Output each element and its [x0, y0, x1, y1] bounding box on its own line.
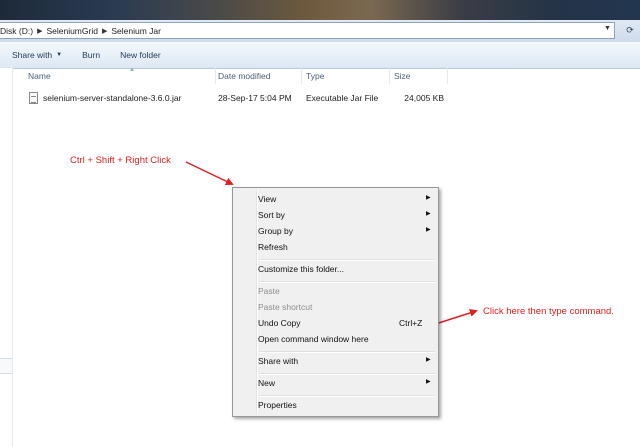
column-divider[interactable] [215, 68, 216, 84]
column-divider[interactable] [301, 68, 302, 84]
sort-ascending-icon: ▲ [129, 67, 135, 73]
submenu-arrow-icon: ▶ [426, 195, 431, 201]
menu-item-paste-shortcut: Paste shortcut [258, 302, 313, 312]
breadcrumb-item-selenium-jar[interactable]: Selenium Jar [111, 26, 161, 36]
refresh-icon[interactable]: ⟳ [620, 23, 640, 38]
chevron-down-icon: ▼ [56, 52, 63, 58]
menu-item-open-command-window[interactable]: Open command window here [235, 332, 436, 347]
breadcrumb-item-seleniumgrid[interactable]: SeleniumGrid ▶ [46, 26, 111, 36]
menu-separator [259, 259, 435, 261]
menu-item-paste: Paste [258, 286, 280, 296]
column-divider[interactable] [389, 68, 390, 84]
nav-pane-item[interactable] [0, 358, 12, 374]
menu-item-refresh[interactable]: Refresh [235, 240, 436, 255]
menu-separator [259, 351, 435, 353]
column-header-name[interactable]: Name [28, 71, 51, 81]
menu-item-view[interactable]: View ▶ [235, 192, 436, 207]
menu-item-sort-by[interactable]: Sort by ▶ [235, 208, 436, 223]
file-type: Executable Jar File [306, 93, 379, 103]
jar-file-icon [29, 92, 38, 104]
annotation-arrow-right-click [185, 161, 234, 186]
file-name: selenium-server-standalone-3.6.0.jar [43, 93, 182, 103]
menu-item-undo-copy[interactable]: Undo Copy Ctrl+Z [235, 316, 436, 331]
submenu-arrow-icon: ▶ [426, 379, 431, 385]
share-with-button[interactable]: Share with ▼ [12, 50, 62, 60]
file-date-modified: 28-Sep-17 5:04 PM [218, 93, 292, 103]
new-folder-button[interactable]: New folder [120, 50, 161, 60]
chevron-right-icon[interactable]: ▶ [37, 27, 42, 35]
chevron-right-icon[interactable]: ▶ [102, 27, 107, 35]
address-bar: Disk (D:) ▶ SeleniumGrid ▶ Selenium Jar … [0, 20, 640, 42]
menu-item-properties[interactable]: Properties [235, 398, 436, 413]
submenu-arrow-icon: ▶ [426, 227, 431, 233]
breadcrumb-item-disk[interactable]: Disk (D:) ▶ [0, 26, 46, 36]
menu-separator [259, 281, 435, 283]
column-header-size[interactable]: Size [394, 71, 411, 81]
menu-separator [259, 395, 435, 397]
command-toolbar: Share with ▼ Burn New folder [0, 42, 640, 69]
menu-item-customize-folder[interactable]: Customize this folder... [235, 262, 436, 277]
navigation-pane[interactable] [0, 68, 13, 447]
column-header-date-modified[interactable]: Date modified [218, 71, 270, 81]
breadcrumb[interactable]: Disk (D:) ▶ SeleniumGrid ▶ Selenium Jar … [0, 22, 615, 39]
submenu-arrow-icon: ▶ [426, 357, 431, 363]
context-menu: View ▶ Sort by ▶ Group by ▶ Refresh Cust… [232, 187, 439, 417]
file-row[interactable]: selenium-server-standalone-3.6.0.jar 28-… [13, 92, 453, 106]
submenu-arrow-icon: ▶ [426, 211, 431, 217]
background-photo-strip [0, 0, 640, 20]
column-headers: ▲ Name Date modified Type Size [13, 67, 640, 84]
menu-item-group-by[interactable]: Group by ▶ [235, 224, 436, 239]
menu-item-share-with[interactable]: Share with ▶ [235, 354, 436, 369]
annotation-command: Click here then type command. [483, 306, 614, 317]
menu-item-new[interactable]: New ▶ [235, 376, 436, 391]
column-header-type[interactable]: Type [306, 71, 324, 81]
annotation-right-click: Ctrl + Shift + Right Click [70, 155, 171, 166]
file-size: 24,005 KB [404, 93, 444, 103]
burn-button[interactable]: Burn [82, 50, 100, 60]
chevron-down-icon[interactable]: ▼ [604, 25, 611, 32]
menu-separator [259, 373, 435, 375]
column-divider[interactable] [447, 68, 448, 84]
